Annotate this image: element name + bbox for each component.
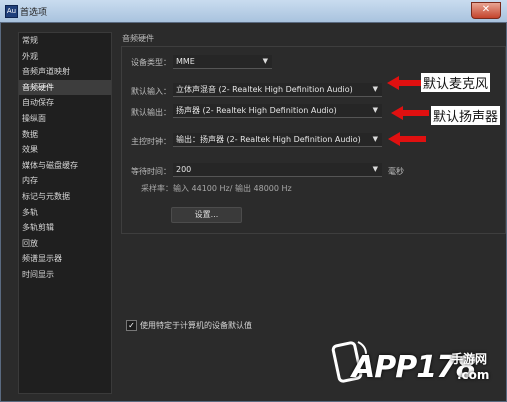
chevron-down-icon: ▼ [262,57,268,65]
default-input-label: 默认输入： [131,87,171,96]
chevron-down-icon: ▼ [372,165,378,173]
watermark-sub: 手游网 [451,352,488,366]
latency-unit: 毫秒 [388,167,404,176]
device-class-select[interactable]: MME ▼ [173,55,272,69]
sidebar-item[interactable]: 音频硬件 [19,79,111,96]
speaker-arrow-icon [391,106,429,120]
section-title: 音频硬件 [122,34,154,43]
watermark-logo: APP178 手游网 .com [330,330,505,400]
sidebar-item[interactable]: 音频声道映射 [19,64,111,80]
device-class-value: MME [176,57,195,66]
sidebar-item[interactable]: 效果 [19,142,111,158]
settings-button[interactable]: 设置... [171,207,242,223]
default-input-value: 立体声混音 (2- Realtek High Definition Audio) [176,85,353,94]
sidebar-item[interactable]: 频谱显示器 [19,251,111,267]
default-output-label: 默认输出： [131,108,171,117]
app-icon: Au [5,5,18,18]
sidebar-item[interactable]: 自动保存 [19,95,111,111]
sidebar-item[interactable]: 操纵面 [19,111,111,127]
window-title: 首选项 [20,8,48,18]
sidebar-item[interactable]: 标记与元数据 [19,189,111,205]
chevron-down-icon: ▼ [372,106,378,114]
close-button[interactable]: ✕ [471,2,501,19]
latency-select[interactable]: 200 ▼ [173,163,382,177]
sidebar-item[interactable]: 多轨剪辑 [19,220,111,236]
sample-rate-text: 采样率：输入 44100 Hz/ 输出 48000 Hz [141,184,292,193]
sidebar-item[interactable]: 外观 [19,49,111,65]
use-default-checkbox[interactable]: ✓ [126,320,137,331]
use-default-checkbox-row[interactable]: ✓ 使用特定于计算机的设备默认值 [126,320,252,331]
speaker-annotation: 默认扬声器 [431,106,501,125]
sidebar-item[interactable]: 时间显示 [19,267,111,283]
latency-label: 等待时间： [131,167,171,176]
chevron-down-icon: ▼ [372,135,378,143]
sidebar-item[interactable]: 数据 [19,127,111,143]
use-default-checkbox-label: 使用特定于计算机的设备默认值 [140,321,252,330]
default-output-value: 扬声器 (2- Realtek High Definition Audio) [176,106,337,115]
master-clock-select[interactable]: 输出：扬声器 (2- Realtek High Definition Audio… [173,133,382,147]
sidebar-item[interactable]: 多轨 [19,205,111,221]
default-output-select[interactable]: 扬声器 (2- Realtek High Definition Audio) ▼ [173,104,382,118]
master-clock-label: 主控时钟： [131,137,171,146]
mic-annotation: 默认麦克风 [421,73,491,92]
title-bar: Au 首选项 ✕ [0,0,507,23]
sidebar-item[interactable]: 内存 [19,173,111,189]
default-input-select[interactable]: 立体声混音 (2- Realtek High Definition Audio)… [173,83,382,97]
master-clock-value: 输出：扬声器 (2- Realtek High Definition Audio… [176,135,361,144]
latency-value: 200 [176,165,192,174]
sidebar-item[interactable]: 常规 [19,33,111,49]
chevron-down-icon: ▼ [372,85,378,93]
sidebar-item[interactable]: 媒体与磁盘缓存 [19,158,111,174]
device-class-label: 设备类型： [131,58,171,67]
clock-arrow-icon [388,132,426,146]
preferences-sidebar: 常规 外观 音频声道映射 音频硬件 自动保存 操纵面 数据 效果 媒体与磁盘缓存 内存 标记与元数据… [18,32,112,394]
watermark-domain: .com [457,368,490,382]
sidebar-item[interactable]: 回放 [19,236,111,252]
